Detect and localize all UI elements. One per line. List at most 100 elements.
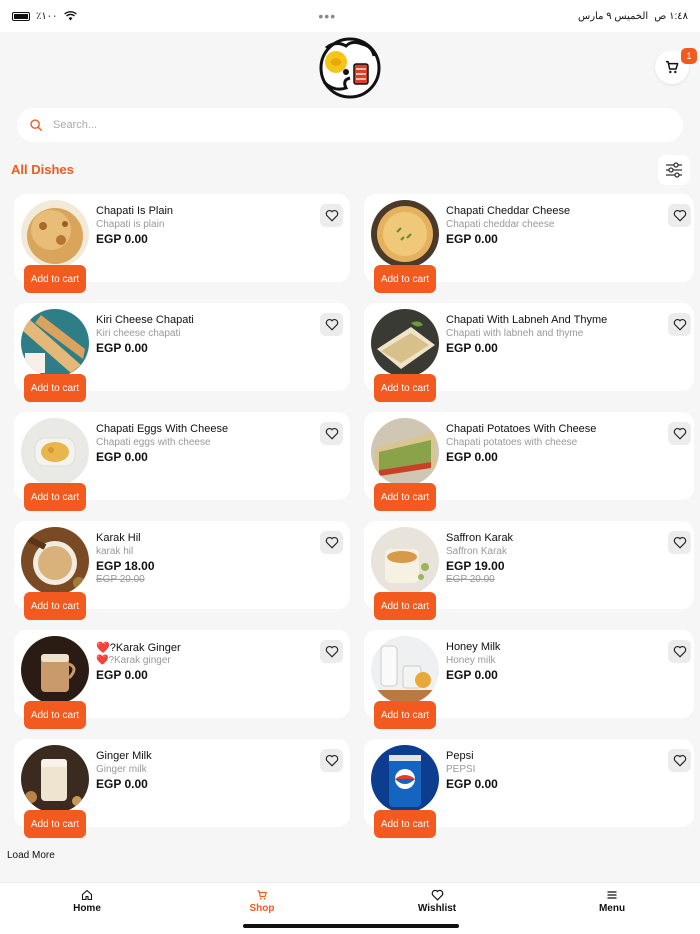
nav-home-label: Home: [73, 903, 101, 914]
dish-image: [371, 636, 439, 704]
wishlist-button[interactable]: [320, 204, 343, 227]
dish-price: EGP 0.00: [446, 777, 498, 791]
dish-price: EGP 0.00: [96, 668, 148, 682]
add-to-cart-button[interactable]: Add to cart: [374, 592, 436, 620]
dish-card[interactable]: Karak Hil karak hil EGP 18.00 EGP 20.00 …: [14, 521, 350, 620]
nav-wishlist[interactable]: Wishlist: [402, 889, 472, 914]
dish-card[interactable]: Chapati With Labneh And Thyme Chapati wi…: [364, 303, 694, 402]
add-to-cart-button[interactable]: Add to cart: [374, 810, 436, 838]
dish-image: [371, 309, 439, 377]
dish-card[interactable]: Chapati Potatoes With Cheese Chapati pot…: [364, 412, 694, 511]
wifi-icon: [63, 11, 77, 21]
dish-price: EGP 0.00: [446, 450, 498, 464]
filter-button[interactable]: [658, 155, 690, 185]
dish-image: [21, 418, 89, 486]
wishlist-button[interactable]: [668, 749, 691, 772]
wishlist-button[interactable]: [320, 313, 343, 336]
dish-image: [21, 309, 89, 377]
heart-icon: [325, 536, 338, 549]
dish-price: EGP 0.00: [446, 668, 498, 682]
dish-description: Ginger milk: [96, 764, 147, 775]
add-to-cart-button[interactable]: Add to cart: [374, 701, 436, 729]
heart-icon: [325, 318, 338, 331]
wishlist-button[interactable]: [668, 531, 691, 554]
wishlist-button[interactable]: [668, 313, 691, 336]
dish-card[interactable]: Kiri Cheese Chapati Kiri cheese chapati …: [14, 303, 350, 402]
nav-menu[interactable]: Menu: [577, 889, 647, 914]
add-to-cart-button[interactable]: Add to cart: [24, 701, 86, 729]
dish-description: Chapati cheddar cheese: [446, 219, 555, 230]
status-left: ٪١٠٠: [12, 11, 77, 22]
heart-icon: [431, 889, 443, 901]
search-icon: [30, 119, 42, 131]
dish-price: EGP 0.00: [446, 232, 498, 246]
dish-grid: Chapati Is Plain Chapati is plain EGP 0.…: [14, 194, 694, 838]
header: 1: [0, 32, 700, 104]
add-to-cart-button[interactable]: Add to cart: [24, 810, 86, 838]
heart-icon: [673, 536, 686, 549]
dish-card[interactable]: ❤️?Karak Ginger ❤️?Karak ginger EGP 0.00…: [14, 630, 350, 729]
heart-icon: [673, 318, 686, 331]
multitask-dots[interactable]: •••: [318, 8, 336, 24]
dish-card[interactable]: Pepsi PEPSI EGP 0.00 Add to cart: [364, 739, 694, 838]
dish-image: [371, 527, 439, 595]
dish-name: Chapati Eggs With Cheese: [96, 423, 229, 435]
dish-name: Chapati With Labneh And Thyme: [446, 314, 608, 326]
dish-card[interactable]: Chapati Is Plain Chapati is plain EGP 0.…: [14, 194, 350, 293]
dish-price: EGP 0.00: [96, 341, 148, 355]
dish-image: [371, 745, 439, 813]
dish-price: EGP 0.00: [96, 450, 148, 464]
dish-name: Chapati Potatoes With Cheese: [446, 423, 597, 435]
wishlist-button[interactable]: [320, 531, 343, 554]
heart-icon: [673, 754, 686, 767]
heart-icon: [673, 645, 686, 658]
dish-card[interactable]: Saffron Karak Saffron Karak EGP 19.00 EG…: [364, 521, 694, 620]
dish-description: Saffron Karak: [446, 546, 507, 557]
dish-image: [371, 200, 439, 268]
wishlist-button[interactable]: [320, 640, 343, 663]
dish-card[interactable]: Ginger Milk Ginger milk EGP 0.00 Add to …: [14, 739, 350, 838]
status-time: ١:٤٨ ص: [654, 10, 688, 22]
dish-description: Chapati potatoes with cheese: [446, 437, 578, 448]
nav-shop[interactable]: Shop: [227, 889, 297, 914]
home-icon: [81, 889, 93, 901]
dish-card[interactable]: Chapati Eggs With Cheese Chapati eggs wi…: [14, 412, 350, 511]
dish-price: EGP 0.00: [446, 341, 498, 355]
wishlist-button[interactable]: [668, 640, 691, 663]
add-to-cart-button[interactable]: Add to cart: [24, 592, 86, 620]
dish-description: Honey milk: [446, 655, 496, 666]
dish-price: EGP 18.00: [96, 559, 155, 573]
cart-icon: [257, 890, 267, 900]
dish-description: Kiri cheese chapati: [96, 328, 181, 339]
dish-name: Karak Hil: [96, 532, 141, 544]
dish-old-price: EGP 20.00: [96, 574, 145, 585]
cart-count-badge: 1: [681, 48, 697, 64]
wishlist-button[interactable]: [668, 422, 691, 445]
dish-price: EGP 19.00: [446, 559, 505, 573]
wishlist-button[interactable]: [668, 204, 691, 227]
add-to-cart-button[interactable]: Add to cart: [24, 374, 86, 402]
wishlist-button[interactable]: [320, 422, 343, 445]
load-more-button[interactable]: Load More: [7, 850, 55, 861]
dish-name: Honey Milk: [446, 641, 501, 653]
cart-icon: [666, 60, 679, 74]
search-bar[interactable]: [17, 108, 683, 142]
battery-icon: [12, 11, 30, 21]
wishlist-button[interactable]: [320, 749, 343, 772]
add-to-cart-button[interactable]: Add to cart: [374, 374, 436, 402]
search-input[interactable]: [53, 119, 671, 131]
brand-logo: [319, 37, 381, 99]
nav-home[interactable]: Home: [52, 889, 122, 914]
dish-card[interactable]: Honey Milk Honey milk EGP 0.00 Add to ca…: [364, 630, 694, 729]
add-to-cart-button[interactable]: Add to cart: [374, 265, 436, 293]
add-to-cart-button[interactable]: Add to cart: [24, 483, 86, 511]
add-to-cart-button[interactable]: Add to cart: [24, 265, 86, 293]
add-to-cart-button[interactable]: Add to cart: [374, 483, 436, 511]
nav-shop-label: Shop: [249, 903, 275, 914]
home-indicator: [243, 924, 459, 928]
dish-card[interactable]: Chapati Cheddar Cheese Chapati cheddar c…: [364, 194, 694, 293]
dish-name: Ginger Milk: [96, 750, 152, 762]
dish-price: EGP 0.00: [96, 232, 148, 246]
dish-name: Chapati Cheddar Cheese: [446, 205, 571, 217]
heart-icon: [673, 427, 686, 440]
